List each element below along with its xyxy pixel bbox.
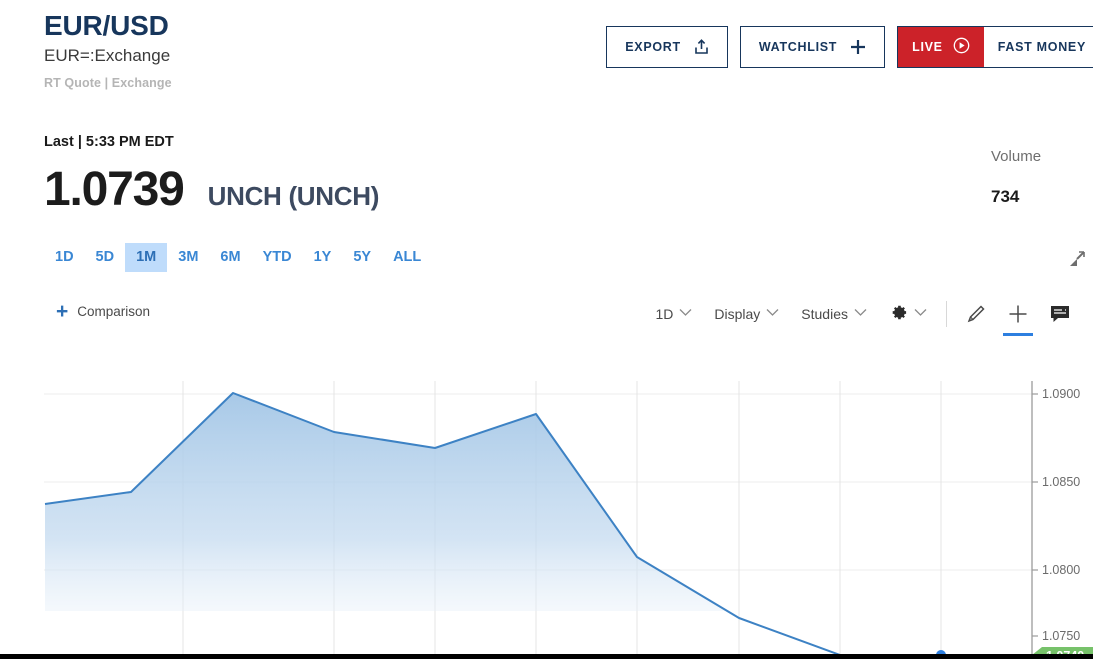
gear-icon [889, 303, 908, 325]
chevron-down-icon [766, 308, 779, 320]
price-change: UNCH (UNCH) [207, 181, 380, 211]
y-tick-label: 1.0850 [1042, 475, 1080, 489]
live-badge-label: LIVE [912, 40, 943, 54]
page-title: EUR/USD [44, 10, 169, 41]
last-price-badge: 1.0740 [1033, 647, 1093, 654]
range-tab-1d[interactable]: 1D [44, 243, 85, 272]
y-tick-label: 1.0800 [1042, 563, 1080, 577]
watchlist-button[interactable]: WATCHLIST [739, 26, 886, 68]
play-icon [953, 37, 970, 57]
expand-chart-icon[interactable] [1064, 248, 1088, 277]
live-badge[interactable]: LIVE [898, 27, 984, 67]
range-tab-5y[interactable]: 5Y [342, 243, 382, 272]
chart-panel: + Comparison 1D Display Studies 1.0900 1… [0, 292, 1093, 654]
plus-icon: + [56, 300, 69, 323]
chevron-down-icon [854, 308, 867, 320]
instrument-header: EUR/USD EUR=:Exchange RT Quote | Exchang… [44, 10, 172, 90]
export-button-label: EXPORT [625, 40, 681, 54]
quote-source-meta: RT Quote | Exchange [44, 75, 172, 90]
interval-dropdown-label: 1D [655, 306, 674, 322]
instrument-code: EUR=:Exchange [44, 46, 171, 66]
draw-tool-icon[interactable] [955, 299, 997, 329]
live-show-name: FAST MONEY [997, 40, 1086, 54]
range-tabs: 1D 5D 1M 3M 6M YTD 1Y 5Y ALL [44, 243, 432, 272]
export-button[interactable]: EXPORT [606, 26, 728, 68]
toolbar-divider [946, 301, 947, 327]
range-tab-3m[interactable]: 3M [167, 243, 209, 272]
volume-value: 734 [991, 187, 1020, 206]
chart-settings-dropdown[interactable] [878, 298, 938, 330]
range-tab-1m[interactable]: 1M [125, 243, 168, 272]
chart-tool-group: 1D Display Studies [644, 298, 1081, 336]
add-comparison-button[interactable]: + Comparison [56, 301, 150, 322]
display-dropdown[interactable]: Display [703, 301, 790, 327]
watchlist-button-label: WATCHLIST [758, 40, 838, 54]
volume-block: Volume 734 [991, 148, 1093, 207]
series-area [45, 393, 728, 611]
range-tab-ytd[interactable]: YTD [252, 243, 303, 272]
y-tick-label: 1.0900 [1042, 387, 1080, 401]
crosshair-tool-icon[interactable] [997, 299, 1039, 336]
quote-row: 1.0739 UNCH (UNCH) [44, 166, 379, 214]
annotations-icon[interactable] [1039, 300, 1081, 328]
chart-toolbar: + Comparison 1D Display Studies [0, 292, 1093, 337]
y-axis-ticks: 1.0900 1.0850 1.0800 1.0750 [1032, 387, 1080, 643]
range-tab-6m[interactable]: 6M [209, 243, 251, 272]
add-comparison-label: Comparison [77, 304, 151, 319]
last-trade-time: Last | 5:33 PM EDT [44, 134, 174, 150]
studies-dropdown-label: Studies [801, 306, 848, 322]
quote-page: EUR/USD EUR=:Exchange RT Quote | Exchang… [0, 0, 1093, 659]
range-tab-5d[interactable]: 5D [85, 243, 126, 272]
y-tick-label: 1.0750 [1042, 629, 1080, 643]
chart-svg: 1.0900 1.0850 1.0800 1.0750 1.0740 [44, 381, 1093, 654]
last-point-marker [936, 650, 946, 654]
price-chart[interactable]: 1.0900 1.0850 1.0800 1.0750 1.0740 [0, 337, 1093, 654]
studies-dropdown[interactable]: Studies [790, 301, 878, 327]
last-price-badge-label: 1.0740 [1046, 649, 1084, 654]
last-price: 1.0739 [44, 163, 185, 216]
live-show-bar[interactable]: LIVE FAST MONEY [897, 26, 1093, 68]
display-dropdown-label: Display [714, 306, 761, 322]
volume-label: Volume [991, 148, 1042, 165]
chevron-down-icon [679, 308, 692, 320]
interval-dropdown[interactable]: 1D [644, 301, 703, 327]
range-tab-all[interactable]: ALL [382, 243, 432, 272]
upload-icon [694, 39, 709, 55]
plus-icon [850, 39, 866, 55]
chevron-down-icon [914, 308, 927, 320]
range-tab-1y[interactable]: 1Y [303, 243, 343, 272]
header-actions: EXPORT WATCHLIST LIVE FAST MONEY [606, 26, 1093, 68]
